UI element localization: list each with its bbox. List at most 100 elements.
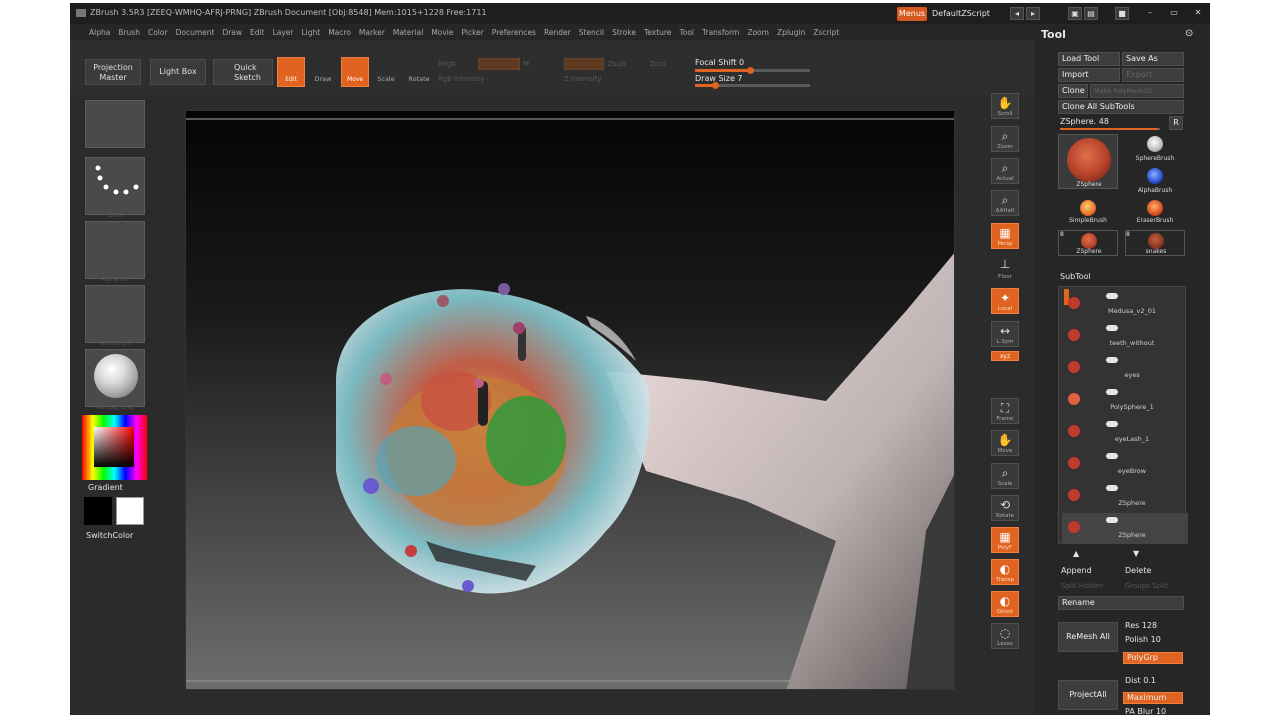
rotate-button[interactable]: ⟲ Rotate bbox=[991, 495, 1019, 521]
delete-button[interactable]: Delete bbox=[1125, 566, 1151, 575]
focal-shift-slider[interactable] bbox=[695, 67, 810, 74]
document-canvas[interactable] bbox=[185, 110, 955, 690]
rgb-intensity-label[interactable]: Rgb Intensity bbox=[438, 75, 484, 83]
menu-material[interactable]: Material bbox=[389, 24, 427, 41]
menu-alpha[interactable]: Alpha bbox=[85, 24, 114, 41]
res-slider-label[interactable]: Res 128 bbox=[1125, 621, 1157, 630]
close-icon[interactable]: ✕ bbox=[1191, 7, 1205, 20]
brush-swatch[interactable] bbox=[85, 157, 145, 215]
menu-draw[interactable]: Draw bbox=[218, 24, 246, 41]
subtool-header[interactable]: SubTool bbox=[1060, 272, 1091, 281]
menu-picker[interactable]: Picker bbox=[458, 24, 488, 41]
gradient-label[interactable]: Gradient bbox=[88, 483, 123, 492]
subtool-visibility-toggle[interactable] bbox=[1106, 453, 1118, 459]
scroll-button[interactable]: ✋ Scroll bbox=[991, 93, 1019, 119]
current-tool-slider[interactable] bbox=[1060, 128, 1160, 130]
lasso-button[interactable]: ◌ Lasso bbox=[991, 623, 1019, 649]
menu-stroke[interactable]: Stroke bbox=[608, 24, 640, 41]
dist-slider-label[interactable]: Dist 0.1 bbox=[1125, 676, 1156, 685]
transp-button[interactable]: ◐ Transp bbox=[991, 559, 1019, 585]
z-intensity-label[interactable]: Z Intensity bbox=[564, 75, 602, 83]
persp-button[interactable]: ▦ Persp bbox=[991, 223, 1019, 249]
rotate-button[interactable]: Rotate bbox=[404, 59, 434, 87]
subtool-visibility-toggle[interactable] bbox=[1106, 389, 1118, 395]
maximize-icon[interactable]: ▭ bbox=[1167, 7, 1181, 20]
ghost-button[interactable]: ◐ Ghost bbox=[991, 591, 1019, 617]
viewport-render[interactable] bbox=[186, 111, 955, 690]
menu-layer[interactable]: Layer bbox=[269, 24, 298, 41]
color-picker[interactable] bbox=[82, 415, 147, 480]
menu-render[interactable]: Render bbox=[540, 24, 575, 41]
minimize-icon[interactable]: – bbox=[1143, 7, 1157, 20]
mrgb-toggle[interactable]: Mrgb bbox=[438, 60, 456, 68]
move-button[interactable]: Move bbox=[341, 57, 369, 87]
palette-popout-icon[interactable]: ⊙ bbox=[1185, 28, 1193, 39]
frame-button[interactable]: ⛶ Frame bbox=[991, 398, 1019, 424]
subtool-visibility-toggle[interactable] bbox=[1106, 485, 1118, 491]
draw-size-slider[interactable] bbox=[695, 82, 810, 89]
prev-icon[interactable]: ◂ bbox=[1010, 7, 1024, 20]
edit-button[interactable]: Edit bbox=[277, 57, 305, 87]
export-button[interactable]: Export bbox=[1122, 68, 1184, 82]
subtool-visibility-toggle[interactable] bbox=[1106, 293, 1118, 299]
projection-master-button[interactable]: Projection Master bbox=[85, 59, 141, 85]
subtool-row[interactable]: Medusa_v2_01 bbox=[1062, 289, 1188, 320]
lock-icon[interactable]: ■ bbox=[1115, 7, 1129, 20]
layout-alt-icon[interactable]: ▤ bbox=[1084, 7, 1098, 20]
subtool-row[interactable]: ZSphere bbox=[1062, 481, 1188, 512]
tool-thumb-sphere[interactable]: SphereBrush bbox=[1125, 134, 1185, 164]
menu-stencil[interactable]: Stencil bbox=[575, 24, 608, 41]
subtool-visibility-toggle[interactable] bbox=[1106, 517, 1118, 523]
menu-zplugin[interactable]: Zplugin bbox=[773, 24, 809, 41]
tool-thumb-zsphere_small[interactable]: ZSphere bbox=[1058, 230, 1118, 256]
menu-light[interactable]: Light bbox=[297, 24, 324, 41]
floor-button[interactable]: ⊥ Floor bbox=[991, 255, 1019, 281]
append-button[interactable]: Append bbox=[1061, 566, 1092, 575]
menu-tool[interactable]: Tool bbox=[675, 24, 698, 41]
move-up-icon[interactable]: ▲ bbox=[1073, 549, 1079, 558]
remesh-all-button[interactable]: ReMesh All bbox=[1058, 622, 1118, 652]
menu-document[interactable]: Document bbox=[172, 24, 219, 41]
secondary-color-swatch[interactable] bbox=[84, 497, 112, 525]
scale-button[interactable]: Scale bbox=[372, 59, 400, 87]
polish-slider-label[interactable]: Polish 10 bbox=[1125, 635, 1161, 644]
menus-button[interactable]: Menus bbox=[897, 7, 927, 21]
load-tool-button[interactable]: Load Tool bbox=[1058, 52, 1120, 66]
menu-transform[interactable]: Transform bbox=[698, 24, 743, 41]
subtool-visibility-toggle[interactable] bbox=[1106, 421, 1118, 427]
actual-button[interactable]: ⌕ Actual bbox=[991, 158, 1019, 184]
tool-thumb-simple[interactable]: SimpleBrush bbox=[1058, 198, 1118, 226]
xyz-button[interactable]: xyz bbox=[991, 351, 1019, 361]
clone-all-subtools-button[interactable]: Clone All SubTools bbox=[1058, 100, 1184, 114]
switch-color-button[interactable]: SwitchColor bbox=[86, 531, 133, 540]
polygrp-toggle[interactable]: PolyGrp bbox=[1123, 652, 1183, 664]
pa-blur-slider-label[interactable]: PA Blur 10 bbox=[1125, 707, 1166, 715]
tool-r-button[interactable]: R bbox=[1169, 116, 1183, 130]
primary-color-swatch[interactable] bbox=[116, 497, 144, 525]
next-icon[interactable]: ▸ bbox=[1026, 7, 1040, 20]
light-box-button[interactable]: Light Box bbox=[150, 59, 206, 85]
quick-sketch-button[interactable]: Quick Sketch bbox=[213, 59, 273, 85]
m-toggle[interactable]: M bbox=[523, 60, 529, 68]
aahalf-button[interactable]: ⌕ AAHalf bbox=[991, 190, 1019, 216]
zcut-toggle[interactable]: Zcut bbox=[650, 60, 666, 68]
subtool-visibility-toggle[interactable] bbox=[1106, 325, 1118, 331]
local-button[interactable]: ✦ Local bbox=[991, 288, 1019, 314]
draw-button[interactable]: Draw bbox=[309, 59, 337, 87]
zsub-toggle[interactable]: Zsub bbox=[608, 60, 625, 68]
alpha-swatch[interactable] bbox=[85, 221, 145, 279]
menu-color[interactable]: Color bbox=[144, 24, 172, 41]
groups-split-button[interactable]: Groups Split bbox=[1125, 582, 1168, 590]
subtool-row[interactable]: teeth_without bbox=[1062, 321, 1188, 352]
material-swatch[interactable] bbox=[85, 349, 145, 407]
zoom-button[interactable]: ⌕ Zoom bbox=[991, 126, 1019, 152]
rename-button[interactable]: Rename bbox=[1058, 596, 1184, 610]
zadd-toggle[interactable] bbox=[564, 58, 604, 70]
move-down-icon[interactable]: ▼ bbox=[1133, 549, 1139, 558]
menu-edit[interactable]: Edit bbox=[246, 24, 269, 41]
subtool-visibility-toggle[interactable] bbox=[1106, 357, 1118, 363]
clone-button[interactable]: Clone bbox=[1058, 84, 1088, 98]
menu-macro[interactable]: Macro bbox=[324, 24, 355, 41]
polyf-button[interactable]: ▦ PolyF bbox=[991, 527, 1019, 553]
rgb-toggle[interactable] bbox=[478, 58, 520, 70]
